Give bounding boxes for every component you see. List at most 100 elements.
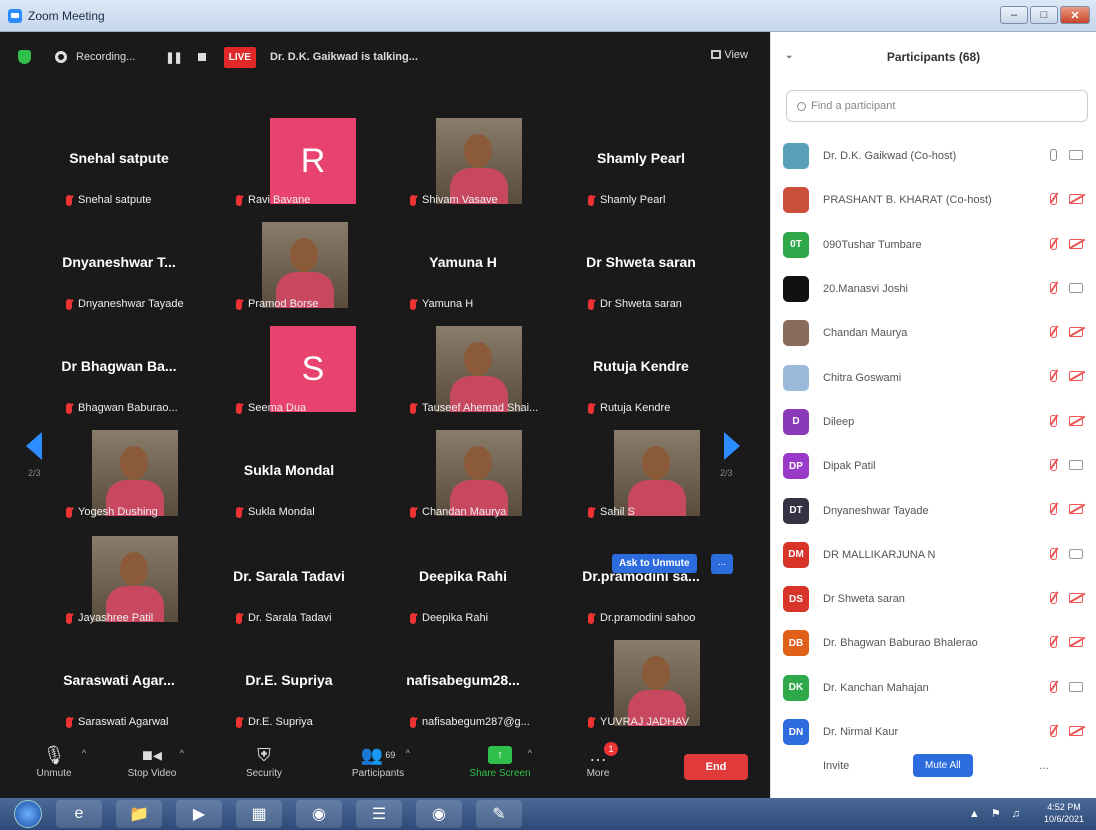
mic-on-icon[interactable] bbox=[1050, 149, 1057, 161]
mic-muted-icon[interactable] bbox=[1050, 237, 1057, 250]
video-tile[interactable]: Yamuna H Yamuna H bbox=[374, 214, 552, 314]
live-badge[interactable]: LIVE bbox=[223, 46, 256, 68]
stop-recording-icon[interactable] bbox=[197, 53, 206, 61]
video-tile[interactable]: Chandan Maurya bbox=[374, 422, 552, 522]
next-page-arrow-icon[interactable] bbox=[724, 432, 740, 460]
minimize-button[interactable]: – bbox=[1000, 6, 1028, 24]
camera-off-icon[interactable] bbox=[1069, 327, 1083, 338]
video-tile[interactable]: YUVRAJ JADHAV bbox=[552, 632, 730, 732]
video-tile[interactable]: Dr Bhagwan Ba... Bhagwan Baburao... bbox=[30, 318, 208, 418]
ask-to-unmute-button[interactable]: Ask to Unmute bbox=[612, 554, 697, 573]
video-tile[interactable]: Shivam Vasave bbox=[374, 110, 552, 210]
participant-row[interactable]: DS Dr Shweta saran bbox=[771, 577, 1096, 621]
camera-on-icon[interactable] bbox=[1069, 150, 1083, 160]
camera-on-icon[interactable] bbox=[1069, 282, 1083, 293]
participants-options-chevron-icon[interactable]: ^ bbox=[406, 748, 410, 758]
video-tile[interactable]: Rutuja Kendre Rutuja Kendre bbox=[552, 318, 730, 418]
notepad-icon[interactable]: ☰ bbox=[356, 800, 402, 828]
mic-muted-icon[interactable] bbox=[1050, 636, 1057, 649]
camera-on-icon[interactable] bbox=[1069, 681, 1083, 692]
camera-off-icon[interactable] bbox=[1069, 725, 1083, 736]
view-button[interactable]: View bbox=[711, 49, 748, 61]
more-button[interactable]: … 1 More bbox=[558, 742, 638, 779]
mic-muted-icon[interactable] bbox=[1050, 724, 1057, 737]
video-tile[interactable]: Pramod Borse bbox=[200, 214, 378, 314]
share-screen-button[interactable]: ↑ ^ Share Screen bbox=[460, 742, 540, 779]
participant-row[interactable]: Chitra Goswami bbox=[771, 355, 1096, 399]
camera-on-icon[interactable] bbox=[1069, 460, 1083, 471]
close-window-button[interactable]: ✕ bbox=[1060, 6, 1090, 24]
participants-button[interactable]: 👥 69 ^ Participants bbox=[338, 742, 418, 780]
video-tile[interactable]: Yogesh Dushing bbox=[30, 422, 208, 522]
participant-row[interactable]: PRASHANT B. KHARAT (Co-host) bbox=[771, 178, 1096, 222]
video-tile[interactable]: Sukla Mondal Sukla Mondal bbox=[200, 422, 378, 522]
collapse-panel-chevron-icon[interactable]: ⌄ bbox=[785, 50, 793, 61]
video-tile[interactable]: Jayashree Patil bbox=[30, 528, 208, 628]
participant-row[interactable]: DK Dr. Kanchan Mahajan bbox=[771, 666, 1096, 710]
pause-recording-icon[interactable]: ❚❚ bbox=[165, 51, 182, 64]
chrome-icon[interactable]: ◉ bbox=[296, 800, 342, 828]
participant-row[interactable]: DP Dipak Patil bbox=[771, 444, 1096, 488]
mic-muted-icon[interactable] bbox=[1050, 326, 1057, 339]
participant-row[interactable]: DN Dr. Nirmal Kaur bbox=[771, 710, 1096, 754]
panel-more-button[interactable]: ... bbox=[1039, 758, 1049, 772]
video-tile[interactable]: Sahil S bbox=[552, 422, 730, 522]
internet-explorer-icon[interactable]: e bbox=[56, 800, 102, 828]
video-tile[interactable]: Dr Shweta saran Dr Shweta saran bbox=[552, 214, 730, 314]
camera-on-icon[interactable] bbox=[1069, 548, 1083, 559]
camera-off-icon[interactable] bbox=[1069, 504, 1083, 515]
camera-off-icon[interactable] bbox=[1069, 637, 1083, 648]
video-tile[interactable]: Dr.pramodini sa... Dr.pramodini sahoo bbox=[552, 528, 730, 628]
end-meeting-button[interactable]: End bbox=[684, 754, 748, 780]
video-tile[interactable]: Dnyaneshwar T... Dnyaneshwar Tayade bbox=[30, 214, 208, 314]
previous-page-arrow-icon[interactable] bbox=[26, 432, 42, 460]
camera-off-icon[interactable] bbox=[1069, 592, 1083, 603]
maximize-button[interactable]: □ bbox=[1030, 6, 1058, 24]
participant-row[interactable]: Chandan Maurya bbox=[771, 311, 1096, 355]
participant-row[interactable]: 0T 090Tushar Tumbare bbox=[771, 223, 1096, 267]
mic-muted-icon[interactable] bbox=[1050, 414, 1057, 427]
video-tile[interactable]: Deepika Rahi Deepika Rahi bbox=[374, 528, 552, 628]
mic-muted-icon[interactable] bbox=[1050, 680, 1057, 693]
camera-off-icon[interactable] bbox=[1069, 238, 1083, 249]
tile-more-button[interactable]: ... bbox=[711, 554, 733, 574]
video-tile[interactable]: Tauseef Ahemad Shai... bbox=[374, 318, 552, 418]
video-tile[interactable]: Dr.E. Supriya Dr.E. Supriya bbox=[200, 632, 378, 732]
encryption-shield-icon[interactable] bbox=[18, 50, 31, 64]
mic-muted-icon[interactable] bbox=[1050, 459, 1057, 472]
mic-muted-icon[interactable] bbox=[1050, 591, 1057, 604]
video-options-chevron-icon[interactable]: ^ bbox=[180, 748, 184, 758]
video-tile[interactable]: R Ravi Bavane bbox=[200, 110, 378, 210]
camera-off-icon[interactable] bbox=[1069, 371, 1083, 382]
media-player-icon[interactable]: ▶ bbox=[176, 800, 222, 828]
camera-off-icon[interactable] bbox=[1069, 415, 1083, 426]
taskbar-clock[interactable]: 4:52 PM 10/6/2021 bbox=[1044, 801, 1084, 825]
participant-row[interactable]: Dr. D.K. Gaikwad (Co-host) bbox=[771, 134, 1096, 178]
mute-all-button[interactable]: Mute All bbox=[913, 754, 973, 777]
stop-video-button[interactable]: ■◂ ^ Stop Video bbox=[112, 742, 192, 780]
unmute-button[interactable]: 🎙 ^ Unmute bbox=[14, 742, 94, 780]
share-options-chevron-icon[interactable]: ^ bbox=[528, 748, 532, 758]
paint-icon[interactable]: ✎ bbox=[476, 800, 522, 828]
video-tile[interactable]: nafisabegum28... nafisabegum287@g... bbox=[374, 632, 552, 732]
participant-row[interactable]: 20.Manasvi Joshi bbox=[771, 267, 1096, 311]
mic-muted-icon[interactable] bbox=[1050, 193, 1057, 206]
participant-row[interactable]: DB Dr. Bhagwan Baburao Bhalerao bbox=[771, 621, 1096, 665]
video-tile[interactable]: Saraswati Agar... Saraswati Agarwal bbox=[30, 632, 208, 732]
video-tile[interactable]: Dr. Sarala Tadavi Dr. Sarala Tadavi bbox=[200, 528, 378, 628]
mic-muted-icon[interactable] bbox=[1050, 547, 1057, 560]
video-tile[interactable]: Snehal satpute Snehal satpute bbox=[30, 110, 208, 210]
mic-muted-icon[interactable] bbox=[1050, 370, 1057, 383]
participant-row[interactable]: D Dileep bbox=[771, 400, 1096, 444]
audio-options-chevron-icon[interactable]: ^ bbox=[82, 748, 86, 758]
camera-off-icon[interactable] bbox=[1069, 194, 1083, 205]
security-button[interactable]: ⛨ Security bbox=[224, 742, 304, 780]
video-tile[interactable]: Shamly Pearl Shamly Pearl bbox=[552, 110, 730, 210]
participant-row[interactable]: DT Dnyaneshwar Tayade bbox=[771, 488, 1096, 532]
mic-muted-icon[interactable] bbox=[1050, 281, 1057, 294]
participant-search-input[interactable]: Find a participant bbox=[786, 90, 1088, 122]
system-tray-icons[interactable]: ▲ ⚑ ♫ bbox=[969, 807, 1024, 820]
invite-button[interactable]: Invite bbox=[823, 760, 849, 772]
start-button-icon[interactable] bbox=[14, 800, 42, 828]
participant-row[interactable]: DM DR MALLIKARJUNA N bbox=[771, 533, 1096, 577]
